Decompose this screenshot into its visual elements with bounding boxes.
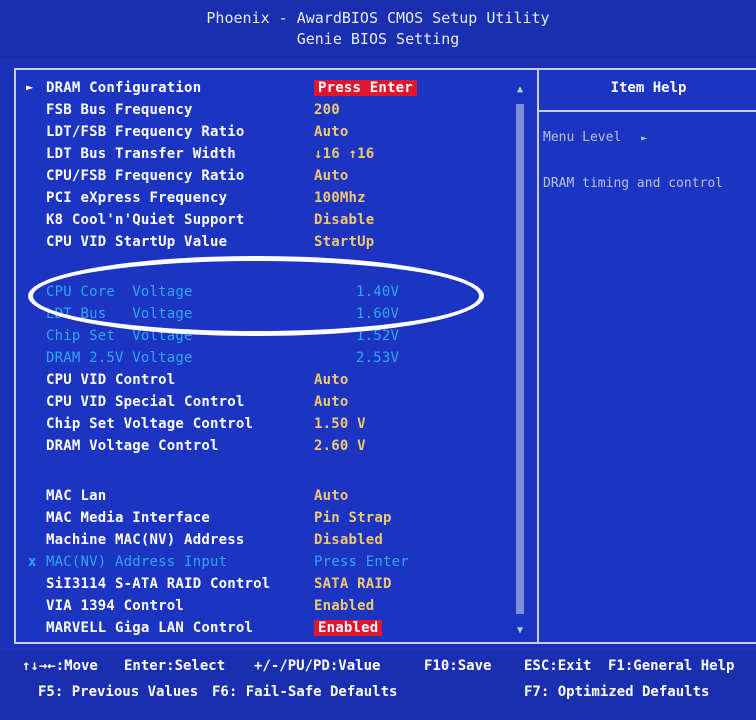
setting-label: DRAM 2.5V Voltage [46, 350, 193, 366]
setting-label: CPU VID StartUp Value [46, 234, 228, 250]
key-previous-values: F5: Previous Values [38, 684, 199, 700]
setting-value[interactable]: ↓16 ↑16 [314, 146, 374, 162]
menu-level-label: Menu Level [543, 130, 622, 145]
settings-frame: ► DRAM Configuration Press Enter FSB Bus Fr… [14, 68, 756, 644]
setting-label: CPU VID Special Control [46, 394, 245, 410]
setting-value[interactable]: Disabled [314, 532, 383, 548]
setting-label: MAC Media Interface [46, 510, 210, 526]
setting-label: K8 Cool'n'Quiet Support [46, 212, 245, 228]
scroll-down-arrow-icon[interactable]: ▼ [512, 625, 528, 636]
setting-value[interactable]: Auto [314, 168, 349, 184]
key-failsafe-defaults: F6: Fail-Safe Defaults [212, 684, 398, 700]
setting-value[interactable]: Pin Strap [314, 510, 392, 526]
key-save: F10:Save [424, 658, 492, 674]
key-move: ↑↓→←:Move [22, 658, 98, 674]
scroll-track[interactable] [516, 104, 524, 614]
setting-label: SiI3114 S-ATA RAID Control [46, 576, 271, 592]
setting-label: DRAM Voltage Control [46, 438, 219, 454]
setting-label: MARVELL Giga LAN Control [46, 620, 254, 636]
setting-value[interactable]: Enabled [314, 620, 383, 636]
setting-label: FSB Bus Frequency [46, 102, 193, 118]
setting-value[interactable]: Press Enter [314, 80, 417, 96]
annotation-circle [28, 256, 484, 336]
bios-title: Phoenix - AwardBIOS CMOS Setup Utility [206, 9, 550, 27]
key-exit: ESC:Exit [524, 658, 592, 674]
setting-value[interactable]: Disable [314, 212, 374, 228]
item-help-text: DRAM timing and control [543, 176, 724, 191]
setting-value: 2.53V [356, 350, 400, 366]
setting-value[interactable]: Press Enter [314, 554, 409, 570]
key-help: F1:General Help [608, 658, 735, 674]
menu-level-marker-icon: ► [641, 133, 648, 144]
help-divider [539, 110, 756, 112]
setting-value[interactable]: 200 [314, 102, 340, 118]
setting-value[interactable]: Auto [314, 394, 349, 410]
setting-value[interactable]: Enabled [314, 598, 374, 614]
key-value: +/-/PU/PD:Value [254, 658, 381, 674]
disabled-x-icon: x [28, 554, 37, 570]
scroll-up-arrow-icon[interactable]: ▲ [512, 84, 528, 95]
key-optimized-defaults: F7: Optimized Defaults [524, 684, 710, 700]
setting-label: CPU VID Control [46, 372, 176, 388]
setting-label: VIA 1394 Control [46, 598, 185, 614]
setting-label: MAC(NV) Address Input [46, 554, 228, 570]
setting-value[interactable]: 2.60 V [314, 438, 366, 454]
bios-subtitle: Genie BIOS Setting [296, 30, 460, 48]
key-select: Enter:Select [124, 658, 226, 674]
setting-label: LDT/FSB Frequency Ratio [46, 124, 245, 140]
setting-value[interactable]: Auto [314, 124, 349, 140]
setting-label: LDT Bus Transfer Width [46, 146, 236, 162]
setting-label: Chip Set Voltage Control [46, 416, 254, 432]
bios-screen: Phoenix - AwardBIOS CMOS Setup Utility G… [0, 0, 756, 720]
setting-value[interactable]: 100Mhz [314, 190, 366, 206]
setting-label: PCI eXpress Frequency [46, 190, 228, 206]
menu-level: Menu Level ► [543, 130, 647, 145]
item-help-title: Item Help [610, 80, 687, 96]
scrollbar[interactable]: ▲ ▼ [512, 84, 528, 636]
submenu-arrow-icon: ► [26, 80, 34, 94]
setting-value[interactable]: SATA RAID [314, 576, 392, 592]
panel-divider [537, 70, 539, 642]
setting-value[interactable]: Auto [314, 372, 349, 388]
setting-value[interactable]: StartUp [314, 234, 374, 250]
bios-header: Phoenix - AwardBIOS CMOS Setup Utility G… [0, 0, 756, 58]
setting-label: DRAM Configuration [46, 80, 202, 96]
setting-label: CPU/FSB Frequency Ratio [46, 168, 245, 184]
key-legend: ↑↓→←:Move Enter:Select +/-/PU/PD:Value F… [0, 650, 756, 720]
setting-label: Machine MAC(NV) Address [46, 532, 245, 548]
setting-value[interactable]: Auto [314, 488, 349, 504]
setting-value[interactable]: 1.50 V [314, 416, 366, 432]
setting-label: MAC Lan [46, 488, 107, 504]
